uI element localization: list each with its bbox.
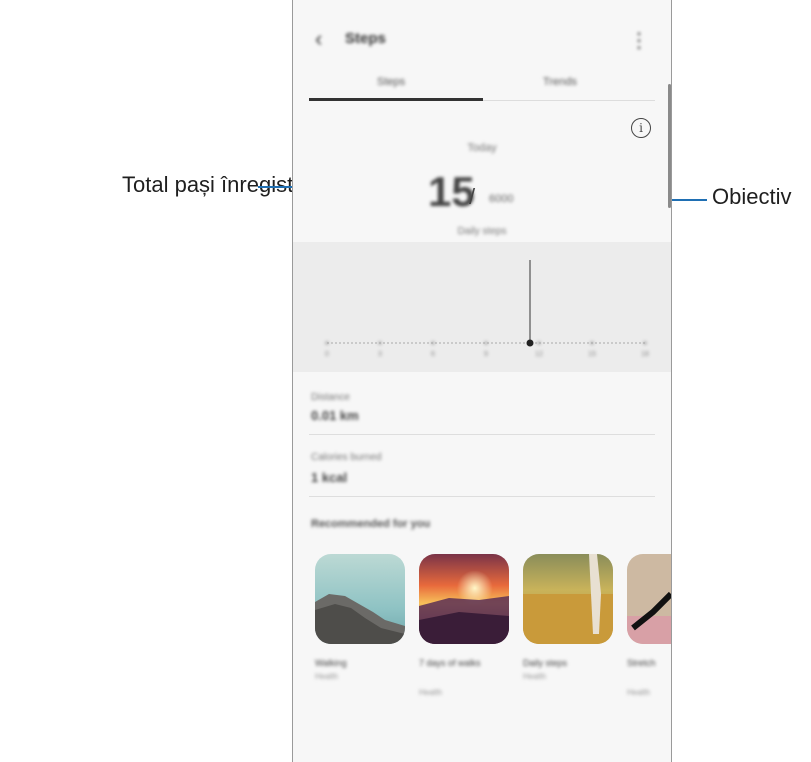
app-bar: ‹ Steps ⋮	[293, 0, 671, 80]
chart-tick-dot	[590, 341, 594, 345]
yoga-image	[627, 554, 671, 644]
recommendation-card-3[interactable]	[523, 554, 613, 644]
calories-label: Calories burned	[311, 452, 382, 463]
tab-active-indicator	[309, 98, 483, 101]
tab-trends[interactable]: Trends	[543, 76, 577, 88]
card-3-label: Daily steps	[523, 658, 568, 668]
divider-2	[309, 496, 655, 497]
steps-separator: /	[469, 184, 476, 209]
phone-screen: ‹ Steps ⋮ Steps Trends i Today 15 / 6000…	[292, 0, 672, 762]
goal-value[interactable]: 6000	[489, 193, 513, 205]
tab-steps[interactable]: Steps	[377, 76, 405, 88]
chart-tick-label: 12	[535, 351, 543, 358]
today-label: Today	[467, 142, 497, 154]
sunset-image	[419, 554, 509, 644]
card-2-label: 7 days of walks	[419, 658, 481, 668]
chart-tick-dot	[484, 341, 488, 345]
chart-tick-dot	[643, 341, 647, 345]
card-1-sub: Health	[315, 672, 339, 681]
chart-highlight-dot	[526, 339, 534, 347]
chart-tick-label: 15	[588, 351, 596, 358]
recommendation-card-2[interactable]	[419, 554, 509, 644]
distance-value: 0.01 km	[311, 408, 359, 423]
info-icon[interactable]: i	[631, 118, 651, 138]
total-steps-value: 15	[428, 168, 475, 215]
back-button[interactable]: ‹	[315, 26, 322, 52]
chart-tick-label: 9	[484, 351, 488, 358]
card-3-sub: Health	[523, 672, 547, 681]
chart-svg: 0 3 6 9 12 15 18	[325, 260, 649, 358]
chart-tick-dot	[378, 341, 382, 345]
chart-tick-label: 0	[325, 351, 329, 358]
card-4-label: Stretch	[627, 658, 656, 668]
coast-image	[315, 554, 405, 644]
recommendation-card-4[interactable]	[627, 554, 671, 644]
page-title: Steps	[345, 30, 386, 47]
calories-value: 1 kcal	[311, 470, 348, 485]
chart-tick-label: 6	[431, 351, 435, 358]
chart-tick-dot	[537, 341, 541, 345]
recommendation-card-1[interactable]	[315, 554, 405, 644]
chart-tick-dot	[325, 341, 329, 345]
daily-steps-label: Daily steps	[457, 226, 507, 237]
card-2-sub: Health	[419, 688, 443, 697]
card-4-sub: Health	[627, 688, 651, 697]
divider-1	[309, 434, 655, 435]
chart-tick-label: 3	[378, 351, 382, 358]
steps-chart[interactable]: 0 3 6 9 12 15 18	[293, 242, 671, 372]
recommended-title: Recommended for you	[311, 518, 431, 530]
chart-tick-label: 18	[641, 351, 649, 358]
card-1-label: Walking	[315, 658, 347, 668]
field-image	[523, 554, 613, 644]
more-options-button[interactable]: ⋮	[629, 28, 649, 53]
chart-tick-dot	[431, 341, 435, 345]
distance-label: Distance	[311, 392, 350, 403]
callout-goal: Obiectiv	[712, 184, 792, 209]
